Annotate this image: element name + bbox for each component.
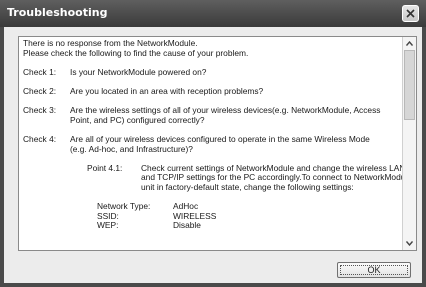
setting-row: WEP: Disable xyxy=(97,221,403,231)
message-panel: There is no response from the NetworkMod… xyxy=(18,36,417,251)
setting-row: Network Type: AdHoc xyxy=(97,201,403,212)
check-item: Check 2: Are you located in an area with… xyxy=(23,85,403,97)
point-text: unit in factory-default state, change th… xyxy=(141,181,354,192)
check-item: Check 3: Are the wireless settings of al… xyxy=(23,106,403,125)
message-text: There is no response from the NetworkMod… xyxy=(23,38,412,231)
window-title: Troubleshooting xyxy=(7,6,108,19)
check-label: Check 4: xyxy=(23,133,57,144)
point-item: Point 4.1: Check current settings of Net… xyxy=(23,162,412,193)
scroll-thumb[interactable] xyxy=(404,50,415,120)
check-text: (e.g. Ad-hoc, and Infrastructure)? xyxy=(70,143,193,154)
check-label: Check 1: xyxy=(23,66,57,77)
check-text: Is your NetworkModule powered on? xyxy=(70,66,207,77)
ok-button[interactable]: OK xyxy=(337,262,411,278)
scroll-up-arrow-icon xyxy=(406,41,413,46)
troubleshooting-window: Troubleshooting There is no response fro… xyxy=(0,0,426,287)
setting-key: WEP: xyxy=(97,220,119,231)
scroll-down-button[interactable] xyxy=(403,237,416,250)
check-text: Point, and PC) configured correctly? xyxy=(70,114,205,125)
point-label: Point 4.1: xyxy=(87,162,123,173)
close-x-icon xyxy=(406,9,415,18)
check-item: Check 4: Are all of your wireless device… xyxy=(23,133,403,154)
check-item: Check 1: Is your NetworkModule powered o… xyxy=(23,66,403,78)
setting-value: Disable xyxy=(173,220,201,231)
check-label: Check 3: xyxy=(23,105,57,116)
vertical-scrollbar[interactable] xyxy=(402,37,416,250)
settings-list: Network Type: AdHoc SSID: WIRELESS WEP: … xyxy=(23,201,403,231)
scroll-down-arrow-icon xyxy=(406,241,413,246)
check-label: Check 2: xyxy=(23,85,57,96)
title-bar[interactable]: Troubleshooting xyxy=(0,0,426,27)
intro-line: Please check the following to find the c… xyxy=(23,47,249,58)
setting-row: SSID: WIRELESS xyxy=(97,211,403,222)
close-button[interactable] xyxy=(402,5,419,22)
check-text: Are you located in an area with receptio… xyxy=(70,85,264,96)
scroll-up-button[interactable] xyxy=(403,37,416,50)
